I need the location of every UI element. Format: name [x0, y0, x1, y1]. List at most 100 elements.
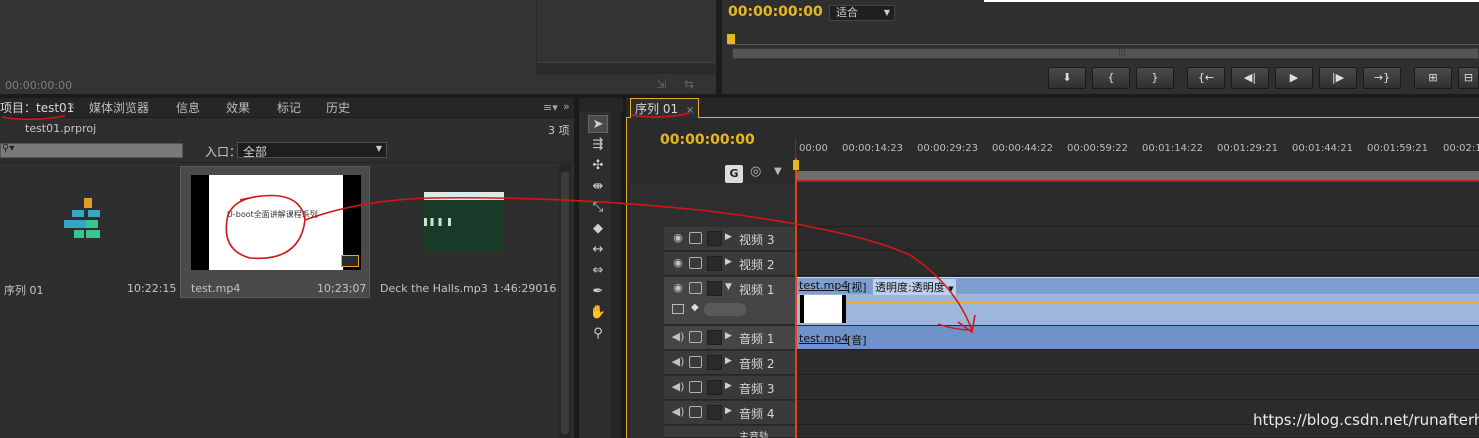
extract-button[interactable]: ⊟: [1458, 67, 1479, 89]
track-header-video-1[interactable]: ◉ ▼ 视频 1 ◆: [664, 277, 795, 325]
source-settings-icon[interactable]: ⇆: [684, 77, 694, 91]
tab-history[interactable]: 历史: [326, 98, 350, 118]
program-zoom-scrollbar[interactable]: |||: [732, 47, 1479, 59]
step-back-button[interactable]: ◀|: [1231, 67, 1269, 89]
search-input[interactable]: ⚲▾: [0, 143, 183, 158]
film-icon[interactable]: [689, 406, 702, 418]
out-brace-button[interactable]: }: [1136, 67, 1174, 89]
eye-icon[interactable]: ◉: [671, 281, 685, 295]
program-timecode[interactable]: 00:00:00:00: [728, 4, 823, 20]
source-scroll-track[interactable]: [537, 62, 715, 74]
rolling-edit-tool-icon[interactable]: ⇼: [588, 178, 608, 196]
lock-toggle[interactable]: [707, 281, 722, 296]
slide-tool-icon[interactable]: ⇔: [588, 262, 608, 280]
keyframe-icon[interactable]: ◆: [691, 302, 699, 313]
track-lane-audio-2[interactable]: [797, 351, 1479, 375]
track-lane-video-1[interactable]: test.mp4 [视] 透明度:透明度 ▼: [797, 277, 1479, 325]
speaker-icon[interactable]: ◀): [671, 355, 685, 369]
project-item-audio[interactable]: Deck the Halls.mp3 1:46:29016: [372, 166, 558, 298]
source-timecode[interactable]: 00:00:00:00: [5, 79, 72, 92]
expand-triangle-icon[interactable]: ▶: [725, 406, 732, 416]
opacity-line[interactable]: [797, 302, 1479, 303]
effect-dropdown[interactable]: 透明度:透明度 ▼: [873, 279, 956, 295]
track-lane-audio-3[interactable]: [797, 376, 1479, 400]
in-select[interactable]: 全部 ▼: [237, 142, 387, 159]
video-clip[interactable]: test.mp4 [视] 透明度:透明度 ▼: [797, 277, 1479, 325]
playhead-marker-icon[interactable]: [727, 34, 735, 44]
zoom-tool-icon[interactable]: ⚲: [588, 325, 608, 343]
track-header-audio-1[interactable]: ◀) ▶ 音频 1: [664, 326, 795, 350]
lock-toggle[interactable]: [707, 330, 722, 345]
film-icon[interactable]: [689, 257, 702, 269]
film-icon[interactable]: [689, 356, 702, 368]
in-brace-button[interactable]: {: [1092, 67, 1130, 89]
lift-button[interactable]: ⊞: [1414, 67, 1452, 89]
expand-triangle-icon[interactable]: ▶: [725, 331, 732, 341]
work-area-bar[interactable]: [796, 171, 1479, 182]
rate-stretch-tool-icon[interactable]: ⤡: [588, 199, 608, 217]
tab-sequence[interactable]: 序列 01 ×: [630, 98, 700, 118]
timeline-timecode[interactable]: 00:00:00:00: [660, 132, 755, 148]
panel-expand-icon[interactable]: »: [563, 100, 570, 113]
hand-tool-icon[interactable]: ✋: [588, 304, 608, 322]
speaker-icon[interactable]: ◀): [671, 380, 685, 394]
scrollbar-thumb[interactable]: [561, 172, 569, 434]
lock-toggle[interactable]: [707, 355, 722, 370]
panel-menu-icon[interactable]: ≡▾: [543, 101, 558, 114]
track-lane-video-2[interactable]: [797, 252, 1479, 276]
tab-markers[interactable]: 标记: [277, 98, 301, 118]
project-scrollbar[interactable]: [559, 164, 571, 438]
track-header-audio-3[interactable]: ◀) ▶ 音频 3: [664, 376, 795, 400]
slip-tool-icon[interactable]: ↔: [588, 241, 608, 259]
speaker-icon[interactable]: ◀): [671, 405, 685, 419]
display-style-icon[interactable]: [672, 304, 684, 314]
keyframe-nav[interactable]: [704, 303, 746, 316]
tab-project[interactable]: 项目：test01: [0, 98, 74, 118]
sequence-marker-icon[interactable]: ◎: [750, 164, 761, 179]
tools-scrollbar[interactable]: [611, 112, 621, 438]
source-export-icon[interactable]: ⇲: [656, 77, 666, 91]
audio-clip[interactable]: test.mp4 [音]: [797, 328, 1479, 349]
lock-toggle[interactable]: [707, 231, 722, 246]
snap-icon[interactable]: G: [725, 165, 743, 183]
playhead-handle-icon[interactable]: [793, 160, 799, 170]
expand-triangle-icon[interactable]: ▶: [725, 356, 732, 366]
track-header-video-3[interactable]: ◉ ▶ 视频 3: [664, 227, 795, 251]
expand-triangle-icon[interactable]: ▶: [725, 232, 732, 242]
zoom-select[interactable]: 适合 ▼: [829, 5, 895, 21]
track-header-audio-2[interactable]: ◀) ▶ 音频 2: [664, 351, 795, 375]
track-lane-audio-1[interactable]: test.mp4 [音]: [797, 326, 1479, 350]
go-to-out-button[interactable]: →}: [1363, 67, 1401, 89]
project-item-video[interactable]: U-boot全面讲解课程系列 test.mp4 10;23;07: [180, 166, 370, 298]
expand-triangle-icon[interactable]: ▶: [725, 257, 732, 267]
eye-icon[interactable]: ◉: [671, 231, 685, 245]
lock-toggle[interactable]: [707, 256, 722, 271]
tab-effects[interactable]: 效果: [226, 98, 250, 118]
close-icon[interactable]: ×: [686, 105, 694, 116]
step-forward-button[interactable]: |▶: [1319, 67, 1357, 89]
film-icon[interactable]: [689, 331, 702, 343]
track-header-video-2[interactable]: ◉ ▶ 视频 2: [664, 252, 795, 276]
expand-triangle-icon[interactable]: ▶: [725, 381, 732, 391]
track-select-tool-icon[interactable]: ⇶: [588, 136, 608, 154]
track-header-master[interactable]: 主音轨: [664, 426, 795, 438]
film-icon[interactable]: [689, 232, 702, 244]
add-marker-icon[interactable]: ▼: [774, 166, 782, 177]
tab-media-browser[interactable]: 媒体浏览器: [89, 98, 149, 118]
pen-tool-icon[interactable]: ✒: [588, 283, 608, 301]
tab-info[interactable]: 信息: [176, 98, 200, 118]
film-icon[interactable]: [689, 381, 702, 393]
eye-icon[interactable]: ◉: [671, 256, 685, 270]
expand-triangle-icon[interactable]: ▼: [725, 282, 732, 292]
lock-toggle[interactable]: [707, 380, 722, 395]
lock-toggle[interactable]: [707, 405, 722, 420]
track-header-audio-4[interactable]: ◀) ▶ 音频 4: [664, 401, 795, 425]
close-icon[interactable]: ×: [67, 101, 75, 112]
go-to-in-button[interactable]: {←: [1187, 67, 1225, 89]
razor-tool-icon[interactable]: ◆: [588, 220, 608, 238]
film-icon[interactable]: [689, 282, 702, 294]
project-item-sequence[interactable]: 序列 01 10:22:15: [0, 166, 178, 298]
play-button[interactable]: ▶: [1275, 67, 1313, 89]
selection-tool-icon[interactable]: ➤: [588, 115, 608, 133]
ripple-edit-tool-icon[interactable]: ✣: [588, 157, 608, 175]
